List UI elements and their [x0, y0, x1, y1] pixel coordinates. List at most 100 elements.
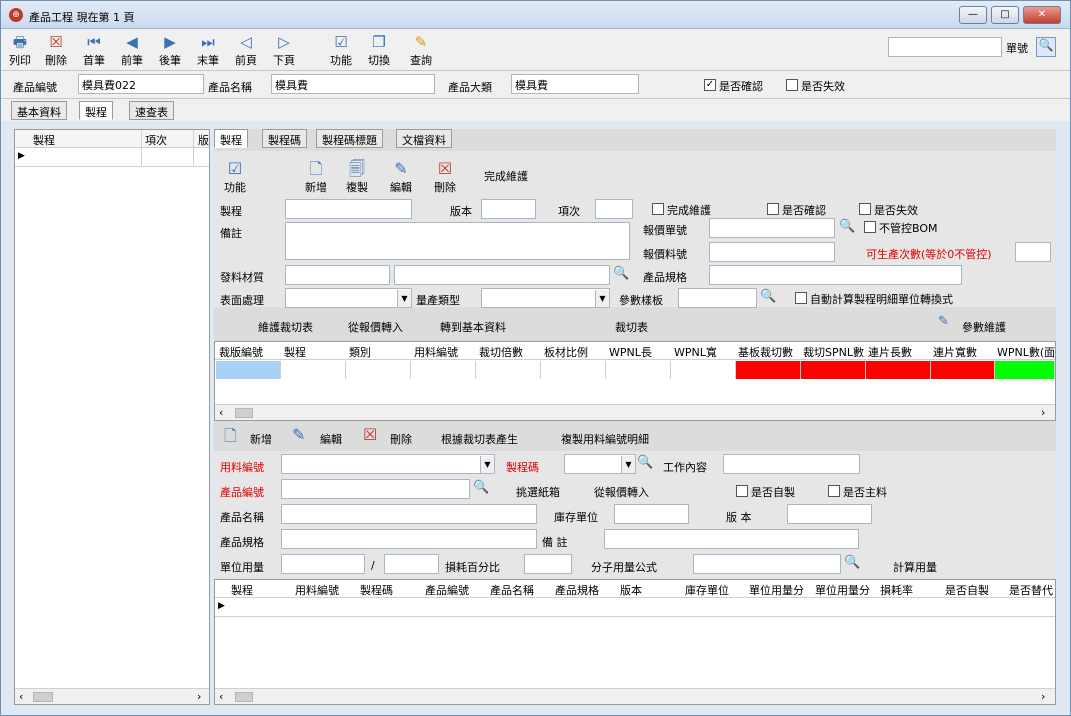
magnifier-icon[interactable]: 🔍 — [637, 455, 653, 470]
tab-process[interactable]: 製程 — [79, 101, 113, 120]
new-doc-icon[interactable]: 🗋 — [224, 425, 237, 452]
done-maintain-button[interactable]: 完成維護 — [484, 168, 528, 184]
invalid-checkbox-2[interactable] — [859, 203, 871, 215]
quote-no-field[interactable] — [709, 218, 835, 238]
cut-cell[interactable] — [346, 361, 411, 379]
quote-part-field[interactable] — [709, 242, 835, 262]
scroll-right-icon[interactable]: › — [197, 690, 201, 703]
function-button[interactable]: ☑ 功能 — [326, 32, 356, 68]
process-delete-button[interactable]: ☒ 刪除 — [434, 159, 456, 195]
scroll-thumb[interactable] — [33, 692, 53, 702]
subtab-process-code[interactable]: 製程碼 — [262, 129, 307, 148]
query-button[interactable]: ✎ 查詢 — [406, 32, 436, 68]
detail-new-button[interactable]: 新增 — [250, 431, 272, 447]
cut-cell[interactable] — [541, 361, 606, 379]
cut-cell[interactable] — [671, 361, 736, 379]
to-basic-button[interactable]: 轉到基本資料 — [440, 319, 506, 335]
tab-basic[interactable]: 基本資料 — [11, 101, 67, 120]
first-record-button[interactable]: ⏮ 首筆 — [79, 32, 109, 68]
detail-product-name-field[interactable] — [281, 504, 537, 524]
magnifier-icon[interactable]: 🔍 — [839, 219, 855, 234]
stock-unit-field[interactable] — [614, 504, 689, 524]
part-no-select[interactable]: ▼ — [281, 454, 495, 474]
scroll-left-icon[interactable]: ‹ — [219, 690, 223, 703]
material-desc-field[interactable] — [394, 265, 610, 285]
cut-cell-red[interactable] — [801, 361, 866, 379]
param-board-field[interactable] — [678, 288, 757, 308]
category-field[interactable]: 模具費 — [511, 74, 639, 94]
last-record-button[interactable]: ⏭ 末筆 — [193, 32, 223, 68]
scroll-left-icon[interactable]: ‹ — [219, 406, 223, 419]
done-checkbox[interactable] — [652, 203, 664, 215]
auto-calc-checkbox[interactable] — [795, 292, 807, 304]
scroll-right-icon[interactable]: › — [1041, 690, 1045, 703]
cut-hscroll[interactable]: ‹ › — [215, 404, 1055, 420]
main-mat-checkbox[interactable] — [828, 485, 840, 497]
producible-field[interactable] — [1015, 242, 1051, 262]
scroll-thumb[interactable] — [235, 408, 253, 418]
left-hscroll[interactable]: ‹ › — [15, 688, 209, 704]
prev-record-button[interactable]: ◀ 前筆 — [117, 32, 147, 68]
process-function-button[interactable]: ☑ 功能 — [224, 159, 246, 195]
remark-field[interactable] — [604, 529, 859, 549]
tab-quick[interactable]: 速查表 — [129, 101, 174, 120]
item-field[interactable] — [595, 199, 633, 219]
switch-button[interactable]: ❐ 切換 — [364, 32, 394, 68]
detail-spec-field[interactable] — [281, 529, 537, 549]
detail-edit-button[interactable]: 編輯 — [320, 431, 342, 447]
unit-use-num-field[interactable] — [281, 554, 365, 574]
process-copy-button[interactable]: 🗐 複製 — [346, 159, 368, 195]
self-made-checkbox[interactable] — [736, 485, 748, 497]
process-new-button[interactable]: 🗋 新增 — [305, 159, 327, 195]
next-page-button[interactable]: ▷ 下頁 — [269, 32, 299, 68]
chevron-down-icon[interactable]: ▼ — [480, 456, 494, 473]
pick-box-button[interactable]: 挑選紙箱 — [516, 484, 560, 500]
product-no-field[interactable]: 模具費022 — [78, 74, 204, 94]
version-field[interactable] — [481, 199, 536, 219]
chevron-down-icon[interactable]: ▼ — [621, 456, 635, 473]
cut-cell-red[interactable] — [736, 361, 801, 379]
spec-field[interactable] — [709, 265, 962, 285]
cut-cell-red[interactable] — [931, 361, 995, 379]
chevron-down-icon[interactable]: ▼ — [397, 290, 411, 307]
cut-cell[interactable] — [281, 361, 346, 379]
param-edit-icon[interactable]: ✎ — [938, 314, 949, 329]
magnifier-icon[interactable]: 🔍 — [760, 289, 776, 304]
maximize-button[interactable]: □ — [991, 6, 1019, 24]
order-search-input[interactable] — [888, 37, 1002, 57]
scroll-left-icon[interactable]: ‹ — [19, 690, 23, 703]
no-bom-checkbox[interactable] — [864, 221, 876, 233]
search-icon[interactable]: 🔍 — [1036, 37, 1056, 57]
detail-version-field[interactable] — [787, 504, 872, 524]
subtab-process[interactable]: 製程 — [214, 129, 248, 148]
confirmed-checkbox[interactable]: ✓ — [704, 79, 716, 91]
surface-select[interactable]: ▼ — [285, 288, 412, 308]
detail-hscroll[interactable]: ‹ › — [215, 688, 1055, 704]
minimize-button[interactable]: — — [959, 6, 987, 24]
work-field[interactable] — [723, 454, 860, 474]
material-field[interactable] — [285, 265, 390, 285]
prev-page-button[interactable]: ◁ 前頁 — [231, 32, 261, 68]
delete-button[interactable]: ☒ 刪除 — [41, 32, 71, 68]
process-field[interactable] — [285, 199, 412, 219]
confirm-checkbox[interactable] — [767, 203, 779, 215]
magnifier-icon[interactable]: 🔍 — [844, 555, 860, 570]
detail-from-quote-button[interactable]: 從報價轉入 — [594, 484, 649, 500]
invalid-checkbox[interactable] — [786, 79, 798, 91]
detail-delete-button[interactable]: 刪除 — [390, 431, 412, 447]
cut-cell-red[interactable] — [866, 361, 931, 379]
param-maintain-button[interactable]: 參數維護 — [962, 319, 1006, 335]
loss-field[interactable] — [524, 554, 572, 574]
process-edit-button[interactable]: ✎ 編輯 — [390, 159, 412, 195]
cut-from-quote-button[interactable]: 從報價轉入 — [348, 319, 403, 335]
print-button[interactable]: 🖶 列印 — [5, 32, 35, 68]
calc-button[interactable]: 計算用量 — [893, 559, 937, 575]
gen-from-cut-button[interactable]: 根據裁切表產生 — [441, 431, 518, 447]
subtab-docs[interactable]: 文檔資料 — [396, 129, 452, 148]
delete-icon[interactable]: ☒ — [363, 425, 377, 444]
proc-code-select[interactable]: ▼ — [564, 454, 636, 474]
scroll-thumb[interactable] — [235, 692, 253, 702]
cut-cell[interactable] — [476, 361, 541, 379]
product-name-field[interactable]: 模具費 — [271, 74, 435, 94]
cut-cell[interactable] — [411, 361, 476, 379]
